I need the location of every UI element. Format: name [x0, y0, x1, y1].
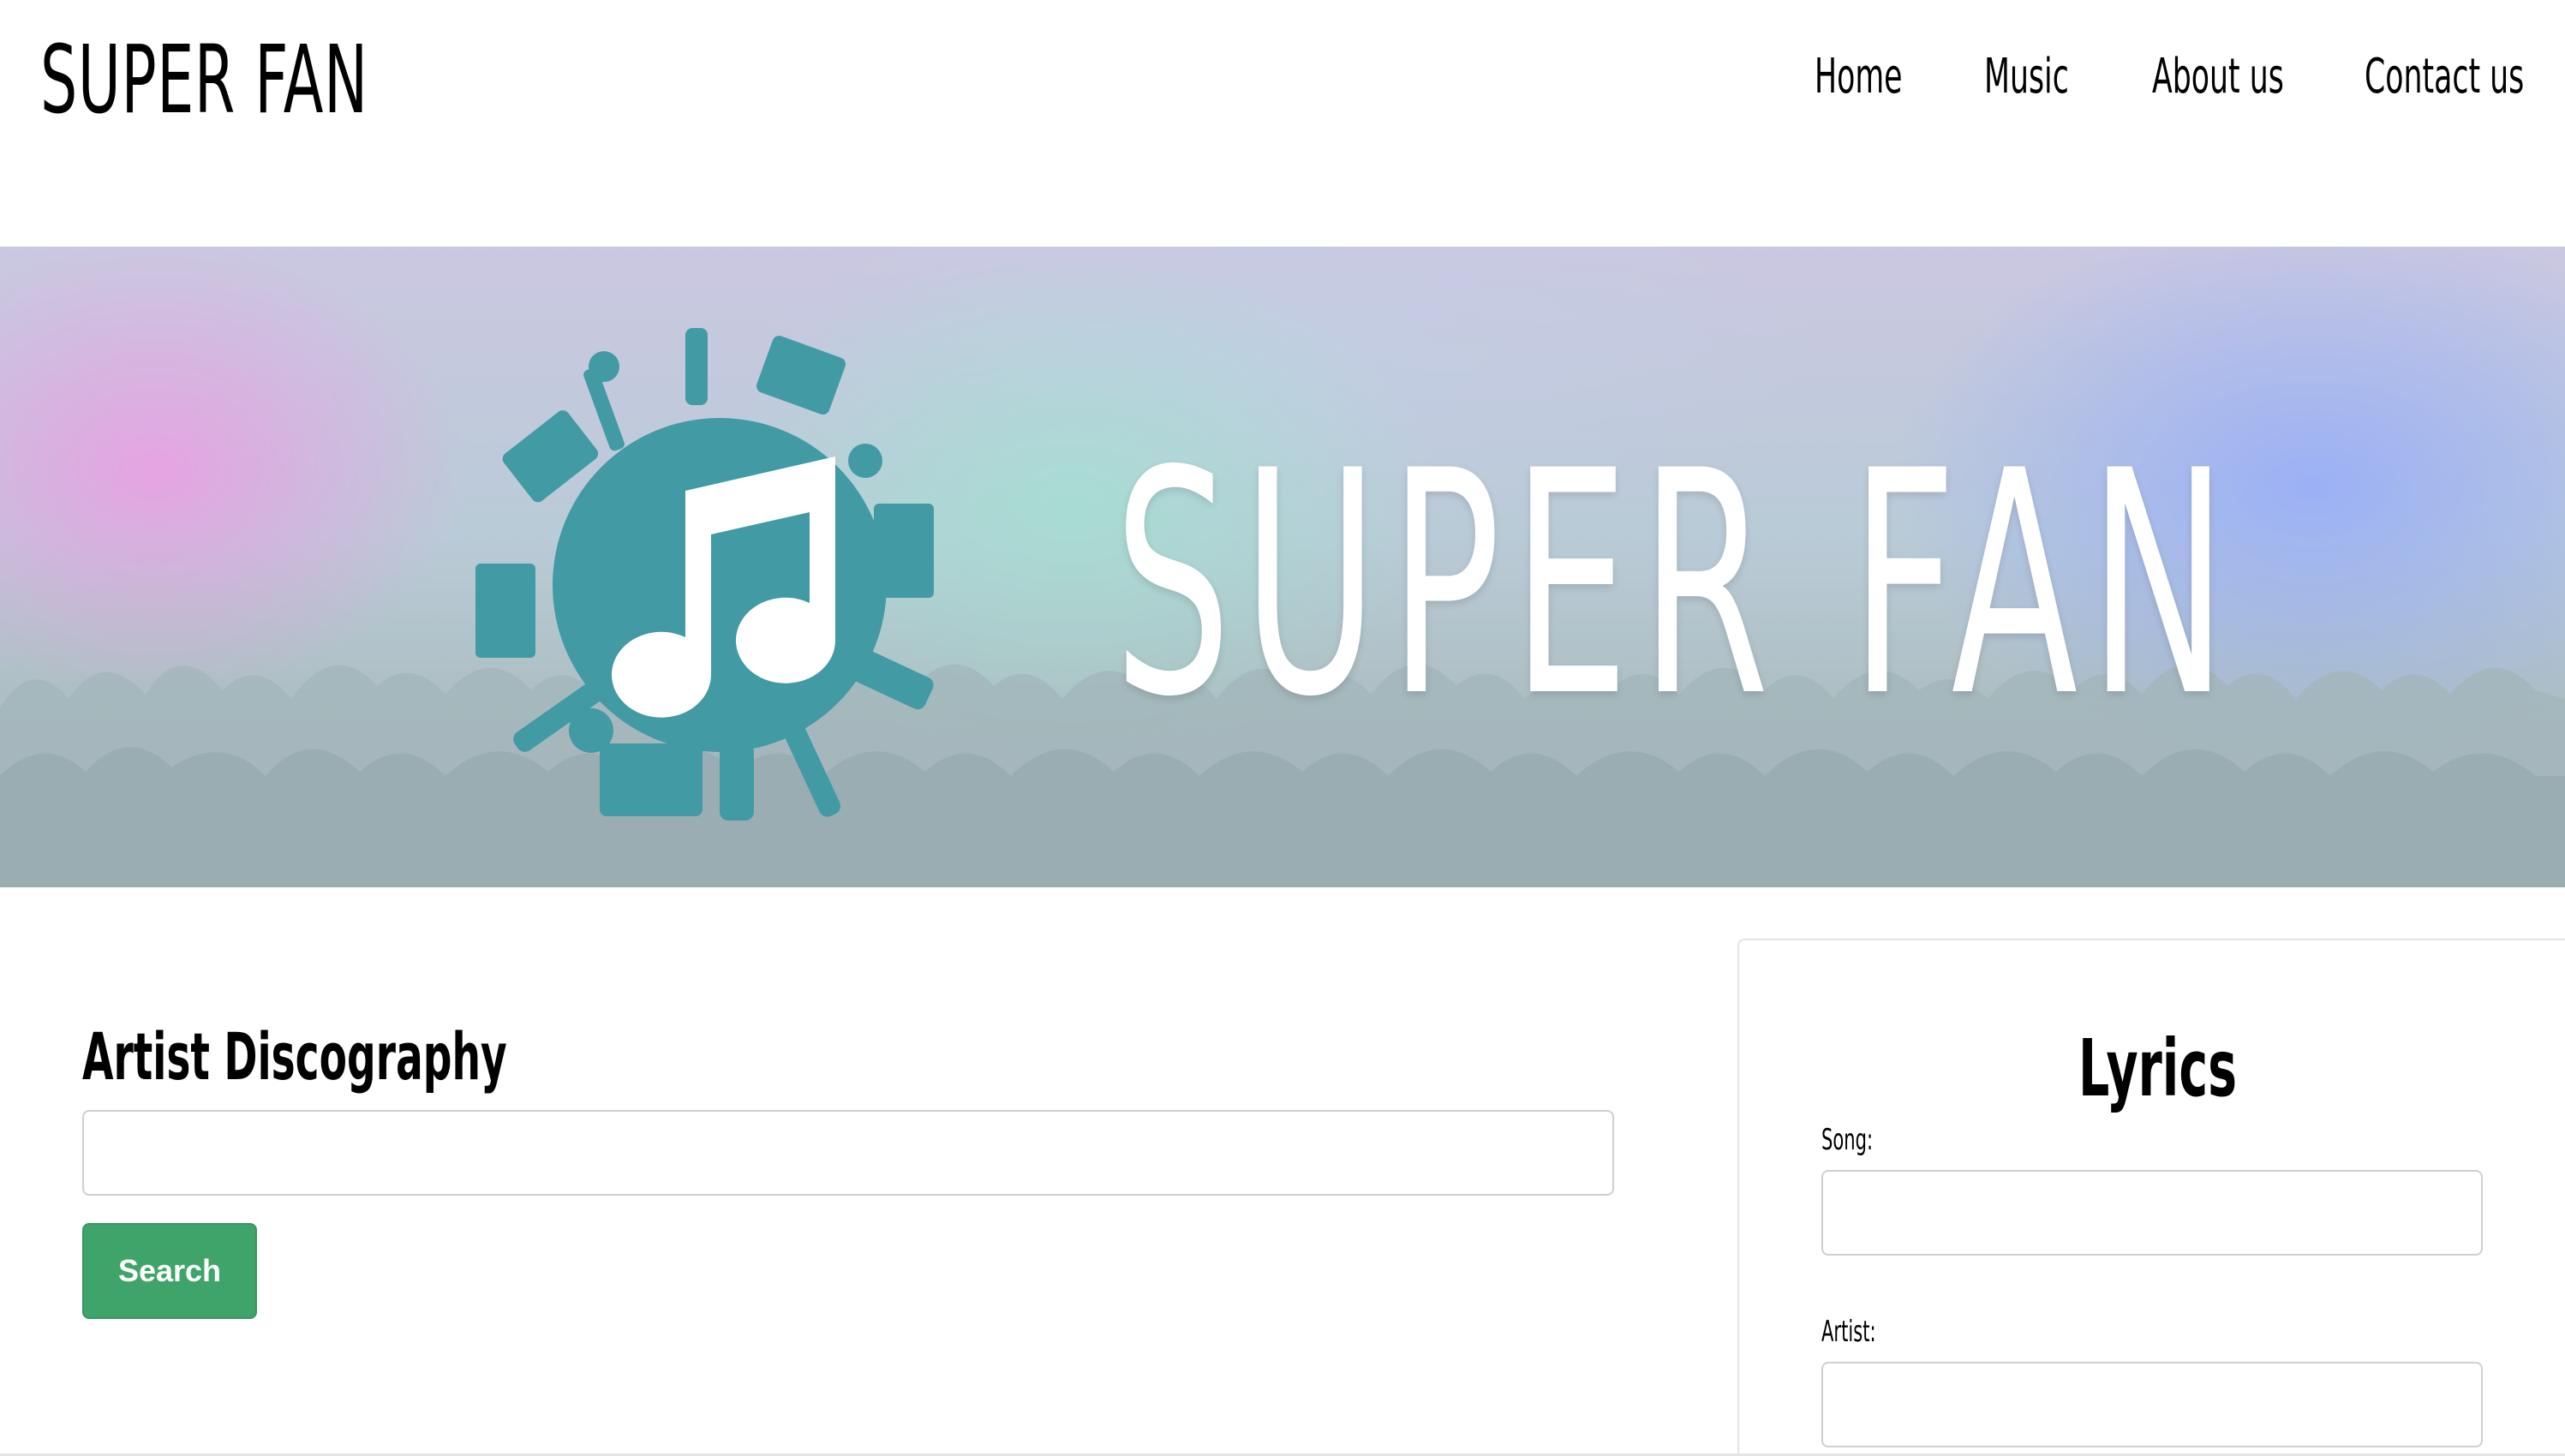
lyrics-title: Lyrics [2078, 1023, 2238, 1114]
nav-about-us[interactable]: About us [2152, 53, 2365, 113]
site-header: SUPER FAN Home Music About us Contact us [0, 0, 2565, 247]
nav-contact-us-label[interactable]: Contact us [2365, 53, 2524, 101]
nav-music-label[interactable]: Music [1984, 53, 2069, 101]
site-brand[interactable]: SUPER FAN [40, 33, 368, 127]
nav-music[interactable]: Music [1984, 53, 2120, 113]
artist-input[interactable] [1821, 1362, 2483, 1447]
search-button[interactable]: Search [82, 1223, 257, 1319]
song-input[interactable] [1821, 1170, 2483, 1256]
nav-home[interactable]: Home [1815, 53, 1956, 113]
hero-banner: SUPER FAN [0, 247, 2565, 887]
nav-about-us-label[interactable]: About us [2152, 53, 2284, 101]
discography-title: Artist Discography [82, 1018, 507, 1095]
artist-label: Artist: [1821, 1315, 1876, 1349]
music-note-icon [475, 328, 934, 820]
nav-home-label[interactable]: Home [1815, 53, 1903, 101]
hero-title: SUPER FAN [1114, 405, 2239, 764]
discography-search-input[interactable] [82, 1110, 1614, 1196]
nav-contact-us[interactable]: Contact us [2365, 53, 2565, 113]
song-label: Song: [1821, 1123, 1874, 1157]
